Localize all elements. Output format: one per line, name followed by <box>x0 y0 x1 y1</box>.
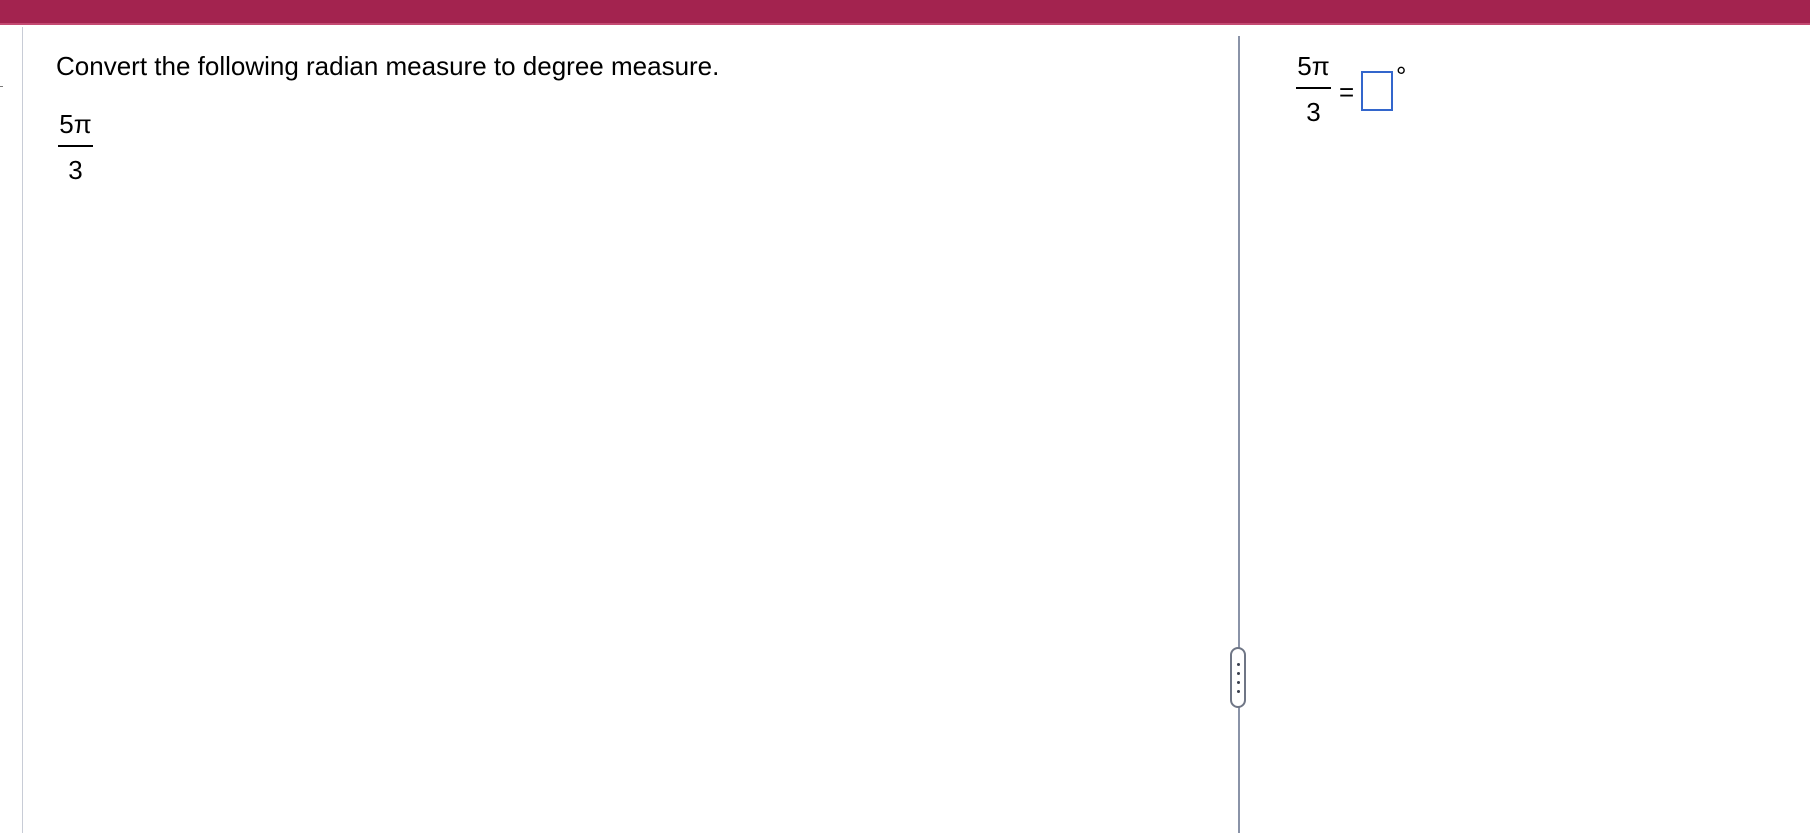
left-edge-mark <box>0 86 3 87</box>
answer-pane: 5π 3 = ° <box>1240 27 1810 833</box>
answer-fraction-numerator: 5π <box>1297 51 1330 81</box>
header-bar <box>0 0 1810 25</box>
question-fraction-numerator: 5π <box>59 109 92 139</box>
degree-symbol: ° <box>1396 61 1407 91</box>
answer-fraction-bar <box>1296 87 1331 89</box>
question-fraction-bar <box>58 145 93 147</box>
answer-fraction: 5π 3 <box>1296 51 1331 127</box>
answer-fraction-denominator: 3 <box>1306 97 1321 127</box>
degree-answer-input[interactable] <box>1361 71 1393 111</box>
question-fraction-denominator: 3 <box>68 155 83 185</box>
question-fraction: 5π 3 <box>58 109 93 185</box>
question-pane: Convert the following radian measure to … <box>23 27 1237 833</box>
equals-sign: = <box>1339 77 1355 107</box>
question-instruction: Convert the following radian measure to … <box>56 51 720 81</box>
